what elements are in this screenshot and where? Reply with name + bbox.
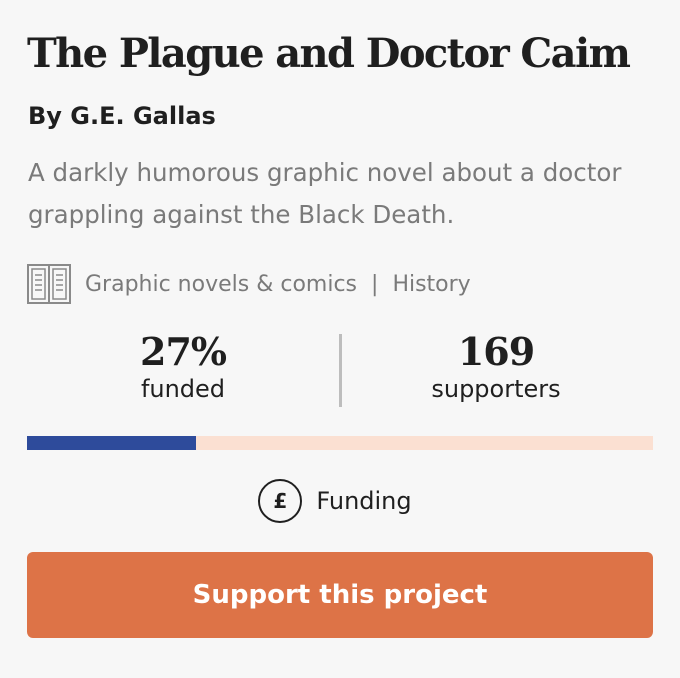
- category-secondary[interactable]: History: [392, 272, 470, 297]
- funded-label: funded: [140, 375, 226, 403]
- funding-progress-fill: [27, 436, 197, 450]
- funded-percentage: 27%: [140, 329, 227, 374]
- category-primary[interactable]: Graphic novels & comics: [85, 272, 357, 297]
- book-icon: [26, 261, 72, 307]
- funded-stat: 27% funded: [73, 330, 293, 404]
- funding-status-label: Funding: [316, 487, 412, 515]
- supporters-label: supporters: [431, 375, 561, 403]
- stats-divider: [339, 334, 342, 407]
- project-description: A darkly humorous graphic novel about a …: [28, 158, 622, 229]
- supporters-stat: 169 supporters: [386, 330, 606, 404]
- support-project-button[interactable]: Support this project: [27, 552, 653, 638]
- funding-status: £ Funding: [0, 478, 680, 524]
- project-card: The Plague and Doctor Caim By G.E. Galla…: [0, 0, 680, 678]
- pound-icon: £: [258, 479, 303, 523]
- project-author[interactable]: By G.E. Gallas: [28, 100, 216, 132]
- category-row: Graphic novels & comics | History: [26, 262, 471, 306]
- funding-progress-bar: [27, 436, 653, 450]
- supporters-count: 169: [457, 329, 535, 374]
- category-separator: |: [371, 271, 379, 297]
- project-title[interactable]: The Plague and Doctor Caim: [27, 30, 631, 78]
